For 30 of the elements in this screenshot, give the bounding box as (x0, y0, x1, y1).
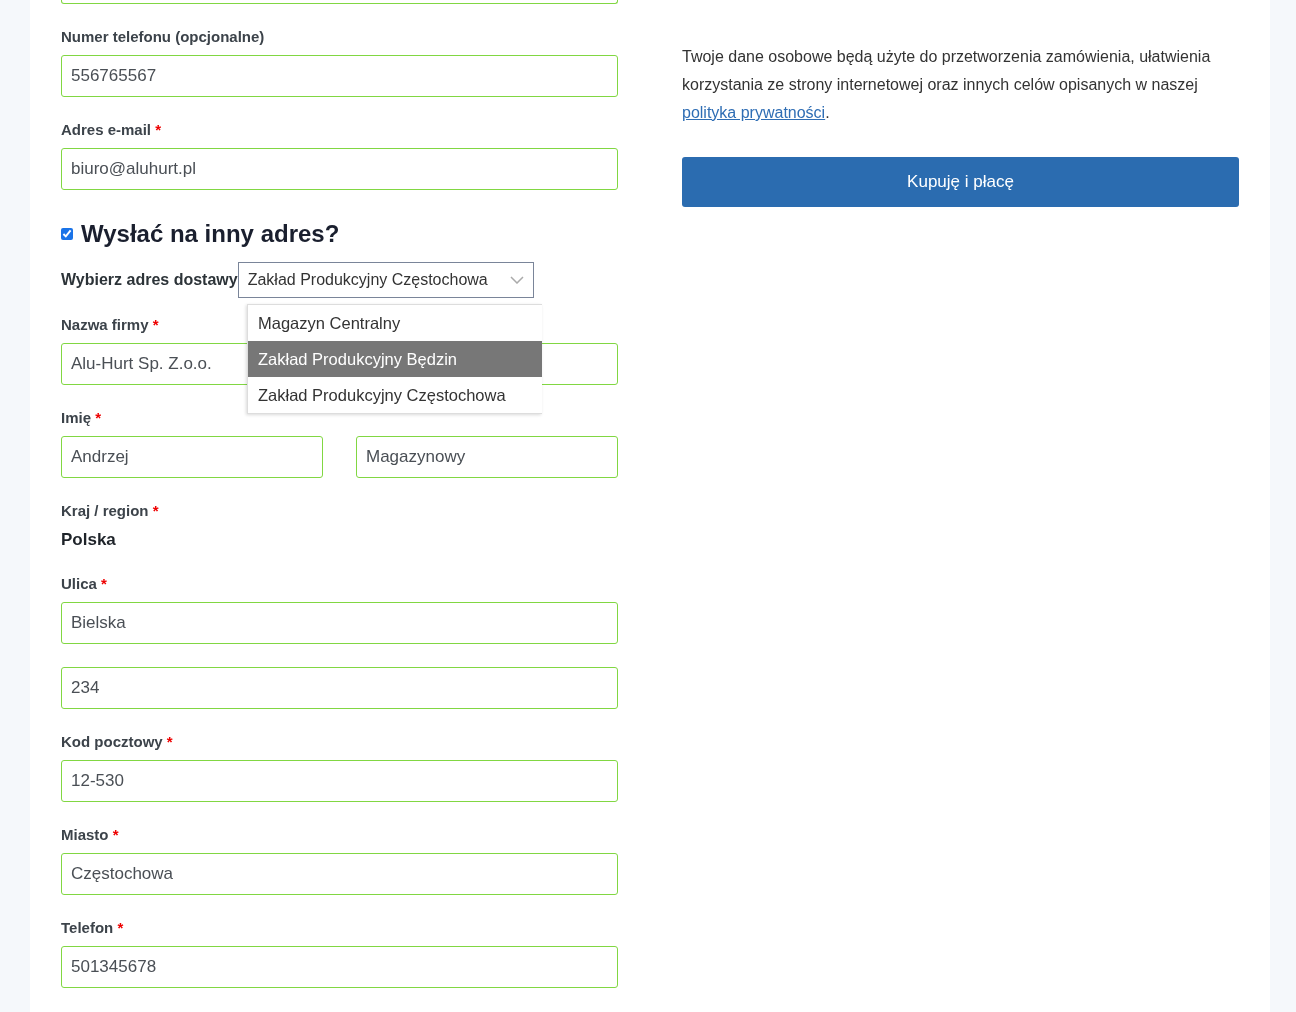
input-field[interactable]: Częstochowa (61, 853, 618, 895)
input-field[interactable]: biuro@aluhurt.pl (61, 148, 618, 190)
field-label: Wybierz adres dostawy (61, 270, 238, 290)
section-heading: Wysłać na inny adres? (81, 219, 340, 249)
field-label: Ulica * (61, 574, 107, 593)
country-value: Polska (61, 529, 117, 551)
input-field[interactable]: 556765567 (61, 55, 618, 97)
input-field[interactable]: 501345678 (61, 946, 618, 988)
input-field[interactable]: Magazynowy (356, 436, 618, 478)
field-label: Nazwa firmy * (61, 315, 159, 334)
dropdown-option[interactable]: Magazyn Centralny (248, 305, 542, 341)
input-field[interactable]: 12-530 (61, 760, 618, 802)
input-field[interactable]: 234 (61, 667, 618, 709)
input-field[interactable] (61, 0, 618, 4)
privacy-policy-link[interactable]: polityka prywatności (682, 104, 826, 121)
field-label: Numer telefonu (opcjonalne) (61, 27, 265, 46)
field-label: Kraj / region * (61, 501, 159, 520)
address-dropdown[interactable]: Zakład Produkcyjny Częstochowa (237, 262, 534, 298)
input-field[interactable]: Andrzej (61, 436, 323, 478)
field-label: Imię * (61, 408, 102, 427)
privacy-notice: Twoje dane osobowe będą użyte do przetworzenia zamówienia, ułatwienia korzystania ze strony internetowej oraz innych celów opisanych w naszej polityka prywatności. (682, 47, 1212, 123)
field-label: Kod pocztowy * (61, 732, 173, 751)
buy-button[interactable]: Kupuję i płacę (682, 157, 1239, 207)
field-label: Miasto * (61, 825, 119, 844)
checkbox[interactable] (61, 228, 73, 240)
dropdown-option[interactable]: Zakład Produkcyjny Będzin (248, 341, 542, 377)
input-field[interactable]: Bielska (61, 602, 618, 644)
field-label: Adres e-mail * (61, 120, 162, 139)
field-label: Telefon * (61, 918, 124, 937)
chevron-down-icon (509, 276, 524, 284)
